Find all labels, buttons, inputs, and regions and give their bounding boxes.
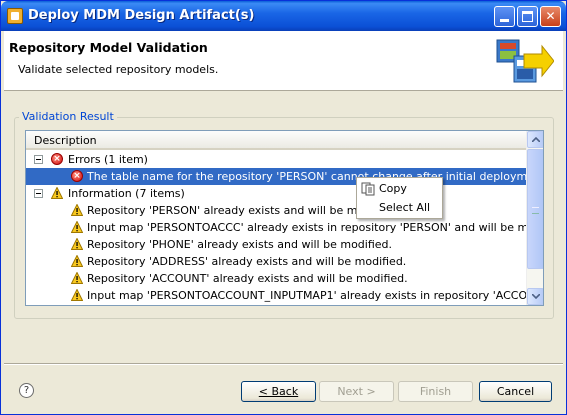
column-header-label: Description: [34, 134, 97, 147]
tree-row-info-item[interactable]: Repository 'ADDRESS' already exists and …: [26, 253, 526, 270]
back-button-label: < Back: [258, 385, 299, 398]
minimize-icon: [500, 19, 509, 22]
error-icon: ×: [51, 153, 63, 165]
error-icon: ×: [71, 170, 83, 182]
collapse-icon[interactable]: [34, 189, 43, 198]
column-header-description[interactable]: Description: [26, 131, 526, 150]
tree-row-information[interactable]: Information (7 items): [26, 185, 526, 202]
footer-divider: [4, 363, 563, 365]
close-icon: ✕: [545, 9, 556, 23]
tree-row-info-item[interactable]: Repository 'PHONE' already exists and wi…: [26, 236, 526, 253]
tree-row-info-item[interactable]: Input map 'PERSONTOACCOUNT_INPUTMAP1' al…: [26, 287, 543, 304]
cancel-button[interactable]: Cancel: [479, 381, 552, 402]
warning-icon: [71, 204, 83, 216]
next-button[interactable]: Next >: [319, 381, 394, 402]
validation-tree[interactable]: Description × Errors (1 item) × The tabl…: [25, 130, 544, 306]
menu-item-select-all[interactable]: Select All: [357, 198, 442, 217]
cancel-button-label: Cancel: [496, 385, 535, 398]
minimize-button[interactable]: [494, 6, 515, 27]
context-menu: Copy Select All: [356, 177, 443, 219]
tree-row-label: Repository 'PHONE' already exists and wi…: [87, 238, 393, 251]
page-subtitle: Validate selected repository models.: [18, 63, 219, 76]
tree-row-info-item[interactable]: Input map 'PERSONTOACCC' already exists …: [26, 219, 543, 236]
app-icon: [7, 8, 23, 24]
tree-row-label: Errors (1 item): [68, 153, 148, 166]
tree-row-error-item[interactable]: × The table name for the repository 'PER…: [26, 168, 543, 185]
tree-row-label: Input map 'PERSONTOACCC' already exists …: [87, 221, 544, 234]
warning-icon: [71, 289, 83, 301]
maximize-button[interactable]: [517, 6, 538, 27]
finish-button-label: Finish: [419, 385, 452, 398]
deploy-wizard-icon: [496, 39, 554, 83]
group-label: Validation Result: [19, 110, 117, 123]
warning-icon: [71, 272, 83, 284]
warning-icon: [71, 255, 83, 267]
menu-item-label: Copy: [379, 182, 407, 195]
tree-row-label: The table name for the repository 'PERSO…: [87, 170, 544, 183]
scroll-up-button[interactable]: [527, 131, 543, 148]
tree-row-label: Repository 'PERSON' already exists and w…: [87, 204, 399, 217]
finish-button[interactable]: Finish: [398, 381, 473, 402]
collapse-icon[interactable]: [34, 155, 43, 164]
help-icon[interactable]: ?: [19, 383, 34, 398]
warning-icon: [51, 187, 63, 199]
wizard-window: Deploy MDM Design Artifact(s) ✕ Reposito…: [0, 0, 567, 415]
tree-row-label: Repository 'ACCOUNT' already exists and …: [87, 272, 408, 285]
chevron-down-icon: [532, 294, 540, 299]
menu-item-copy[interactable]: Copy: [357, 179, 442, 198]
title-bar[interactable]: Deploy MDM Design Artifact(s) ✕: [1, 1, 566, 31]
menu-item-label: Select All: [379, 201, 431, 214]
tree-row-label: Repository 'ADDRESS' already exists and …: [87, 255, 407, 268]
chevron-up-icon: [532, 137, 540, 142]
scroll-thumb[interactable]: [527, 149, 543, 269]
back-button[interactable]: < Back: [241, 381, 316, 402]
grip-icon: [532, 207, 539, 214]
scroll-down-button[interactable]: [527, 288, 543, 305]
page-title: Repository Model Validation: [9, 40, 208, 55]
vertical-scrollbar[interactable]: [526, 131, 543, 305]
next-button-label: Next >: [337, 385, 376, 398]
wizard-header: Repository Model Validation Validate sel…: [4, 31, 563, 91]
tree-row-label: Information (7 items): [68, 187, 185, 200]
maximize-icon: [522, 11, 533, 22]
copy-icon: [361, 182, 375, 196]
tree-row-errors[interactable]: × Errors (1 item): [26, 151, 526, 168]
window-title: Deploy MDM Design Artifact(s): [28, 8, 255, 23]
tree-row-info-item[interactable]: Repository 'ACCOUNT' already exists and …: [26, 270, 526, 287]
warning-icon: [71, 221, 83, 233]
close-button[interactable]: ✕: [540, 6, 561, 27]
tree-row-label: Input map 'PERSONTOACCOUNT_INPUTMAP1' al…: [87, 289, 544, 302]
tree-row-info-item[interactable]: Repository 'PERSON' already exists and w…: [26, 202, 526, 219]
warning-icon: [71, 238, 83, 250]
